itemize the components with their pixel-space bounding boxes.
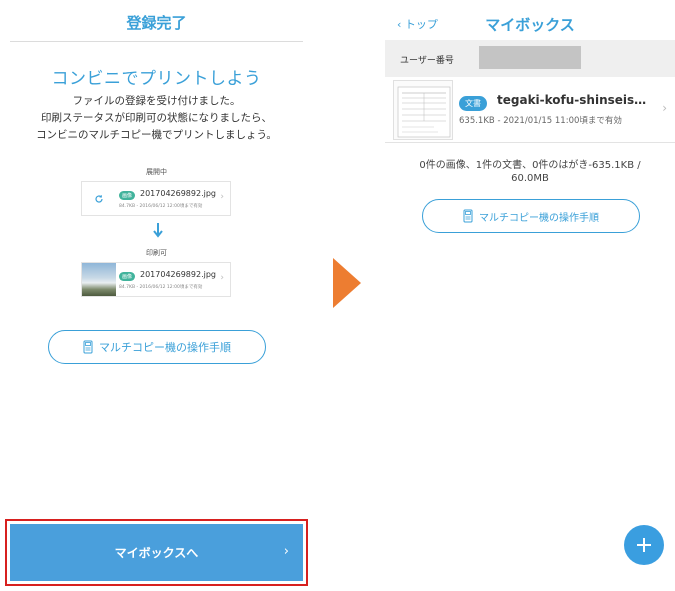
copier-icon <box>83 340 93 354</box>
mybox-button-label: マイボックスへ <box>114 546 199 560</box>
page-title: 登録完了 <box>126 14 187 32</box>
instruction-line: コンビニのマルチコピー機でプリントしましょう。 <box>36 129 277 141</box>
user-number-label: ユーザー番号 <box>400 56 454 66</box>
arrow-down-icon <box>153 223 163 238</box>
document-thumbnail <box>393 80 453 140</box>
file-meta: 635.1KB - 2021/01/15 11:00頃まで有効 <box>459 116 622 126</box>
mybox-button[interactable]: マイボックスへ › <box>10 524 303 581</box>
document-list-item[interactable]: 文書 tegaki-kofu-shinseisho.… 635.1KB - 20… <box>385 77 675 143</box>
storage-summary: 0件の画像、1件の文書、0件のはがき-635.1KB / 60.0MB <box>385 159 675 185</box>
print-heading: コンビニでプリントしよう <box>51 69 262 89</box>
photo-thumbnail <box>82 263 116 296</box>
file-type-badge: 画像 <box>119 272 136 281</box>
storage-summary-line: 0件の画像、1件の文書、0件のはがき-635.1KB / <box>419 160 641 171</box>
file-meta: 84.7KB - 2016/06/12 12:00頃まで有効 <box>119 204 203 209</box>
chevron-right-icon: › <box>220 192 224 202</box>
copier-icon <box>463 209 473 223</box>
instruction-text: ファイルの登録を受け付けました。 印刷ステータスが印刷可の状態になりましたら、 … <box>0 93 313 144</box>
instruction-line: 印刷ステータスが印刷可の状態になりましたら、 <box>41 112 272 124</box>
flow-arrow-icon <box>333 258 361 308</box>
file-type-badge: 文書 <box>459 96 487 111</box>
stage-label-processing: 展開中 <box>146 168 167 176</box>
copier-guide-label: マルチコピー機の操作手順 <box>479 212 599 224</box>
file-name: 201704269892.jpg <box>140 270 216 279</box>
chevron-right-icon: › <box>220 273 224 283</box>
stage-label-printable: 印刷可 <box>146 249 167 257</box>
plus-icon <box>637 538 651 552</box>
copier-guide-button[interactable]: マルチコピー機の操作手順 <box>422 199 640 233</box>
refresh-icon <box>82 182 116 215</box>
user-number-bar: ユーザー番号 <box>385 40 675 77</box>
page-title: マイボックス <box>485 16 575 34</box>
registration-complete-screen: 登録完了 コンビニでプリントしよう ファイルの登録を受け付けました。 印刷ステー… <box>0 0 313 591</box>
user-number-redacted <box>479 46 581 69</box>
copier-guide-button[interactable]: マルチコピー機の操作手順 <box>48 330 266 364</box>
chevron-right-icon: › <box>662 101 667 115</box>
copier-guide-label: マルチコピー機の操作手順 <box>99 341 231 354</box>
file-meta: 84.7KB - 2016/06/12 12:00頃まで有効 <box>119 285 203 290</box>
chevron-right-icon: › <box>283 544 289 559</box>
file-name: tegaki-kofu-shinseisho.… <box>497 93 649 107</box>
add-file-button[interactable] <box>624 525 664 565</box>
file-type-badge: 画像 <box>119 191 136 200</box>
mybox-screen: ‹ トップ マイボックス ユーザー番号 文書 tegaki-kofu-shins… <box>385 0 675 591</box>
file-card-printable: 画像 201704269892.jpg 84.7KB - 2016/06/12 … <box>81 262 231 297</box>
file-name: 201704269892.jpg <box>140 189 216 198</box>
storage-summary-line: 60.0MB <box>511 173 549 184</box>
file-card-processing: 画像 201704269892.jpg 84.7KB - 2016/06/12 … <box>81 181 231 216</box>
instruction-line: ファイルの登録を受け付けました。 <box>72 95 241 107</box>
header-divider <box>10 41 303 42</box>
